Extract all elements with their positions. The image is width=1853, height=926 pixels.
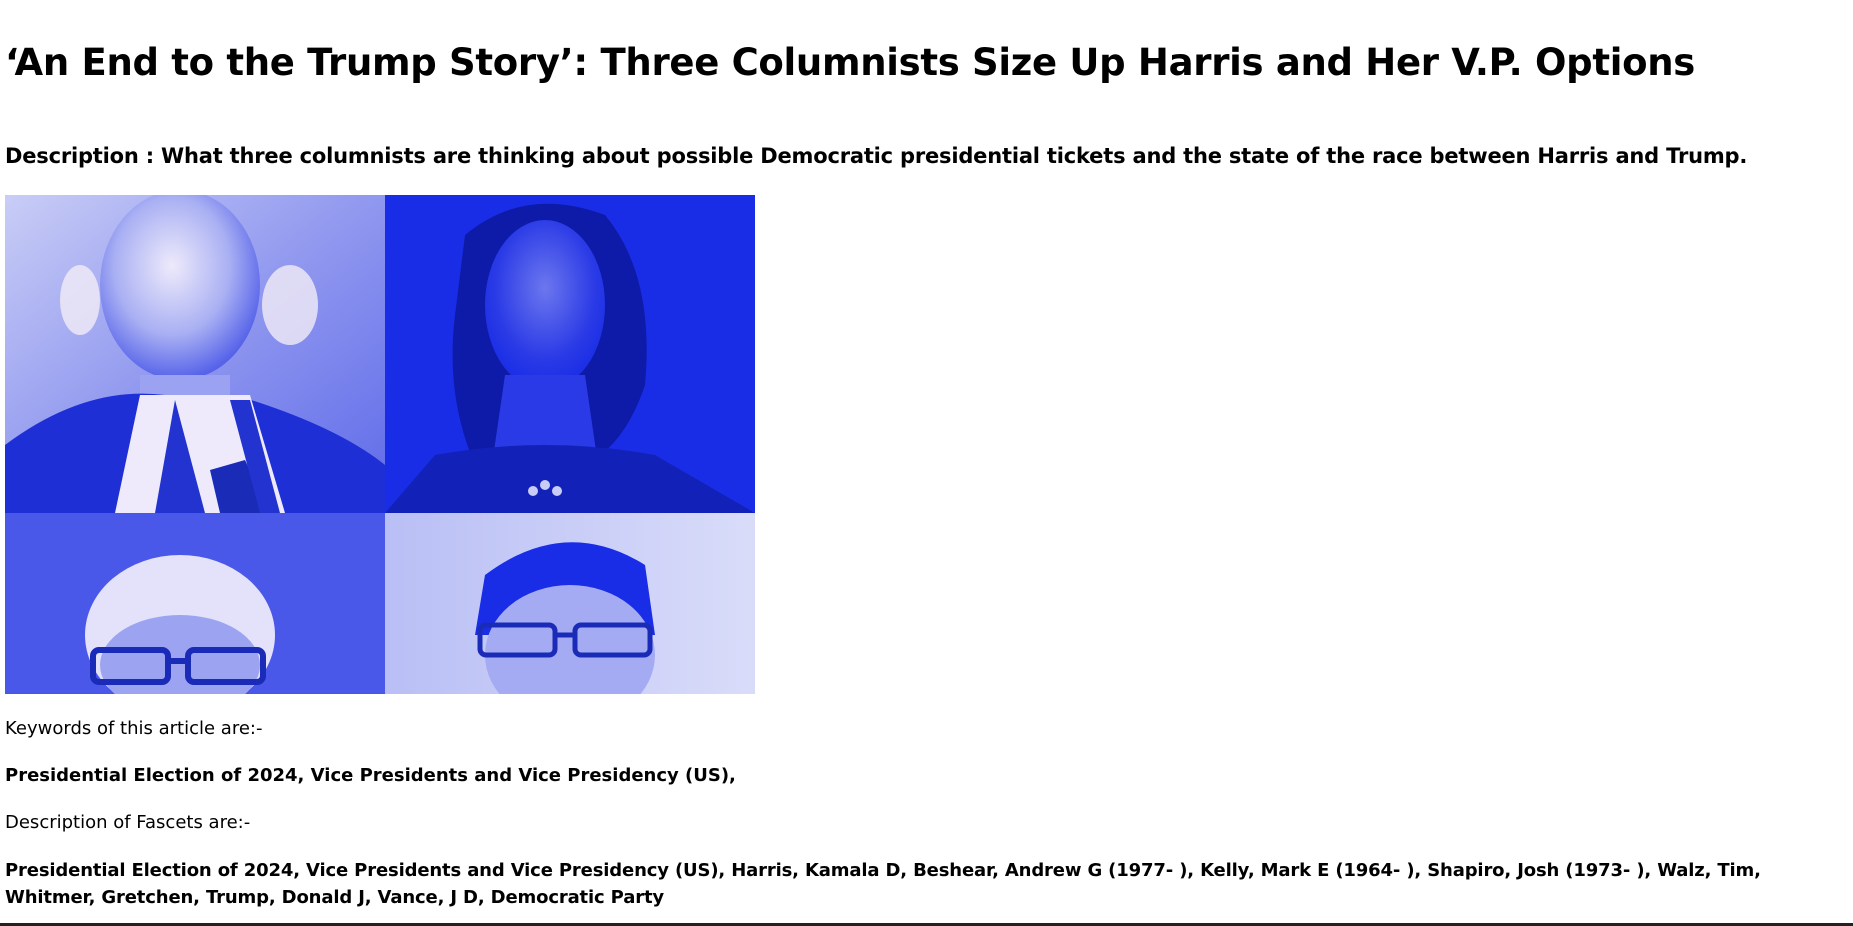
photo-panel-bottom-left	[5, 513, 385, 694]
article-description: Description : What three columnists are …	[5, 144, 1748, 168]
photo-panel-bottom-right	[385, 513, 755, 694]
page: ‘An End to the Trump Story’: Three Colum…	[0, 0, 1853, 926]
facets-heading: Description of Fascets are:-	[5, 812, 251, 833]
article-image	[5, 195, 755, 694]
facets-list: Presidential Election of 2024, Vice Pres…	[5, 860, 1761, 908]
keywords-heading: Keywords of this article are:-	[5, 718, 263, 739]
article-title: ‘An End to the Trump Story’: Three Colum…	[5, 41, 1695, 84]
keywords-list: Presidential Election of 2024, Vice Pres…	[5, 765, 736, 786]
photo-panel-top-right	[385, 195, 755, 513]
photo-panel-top-left	[5, 195, 385, 513]
